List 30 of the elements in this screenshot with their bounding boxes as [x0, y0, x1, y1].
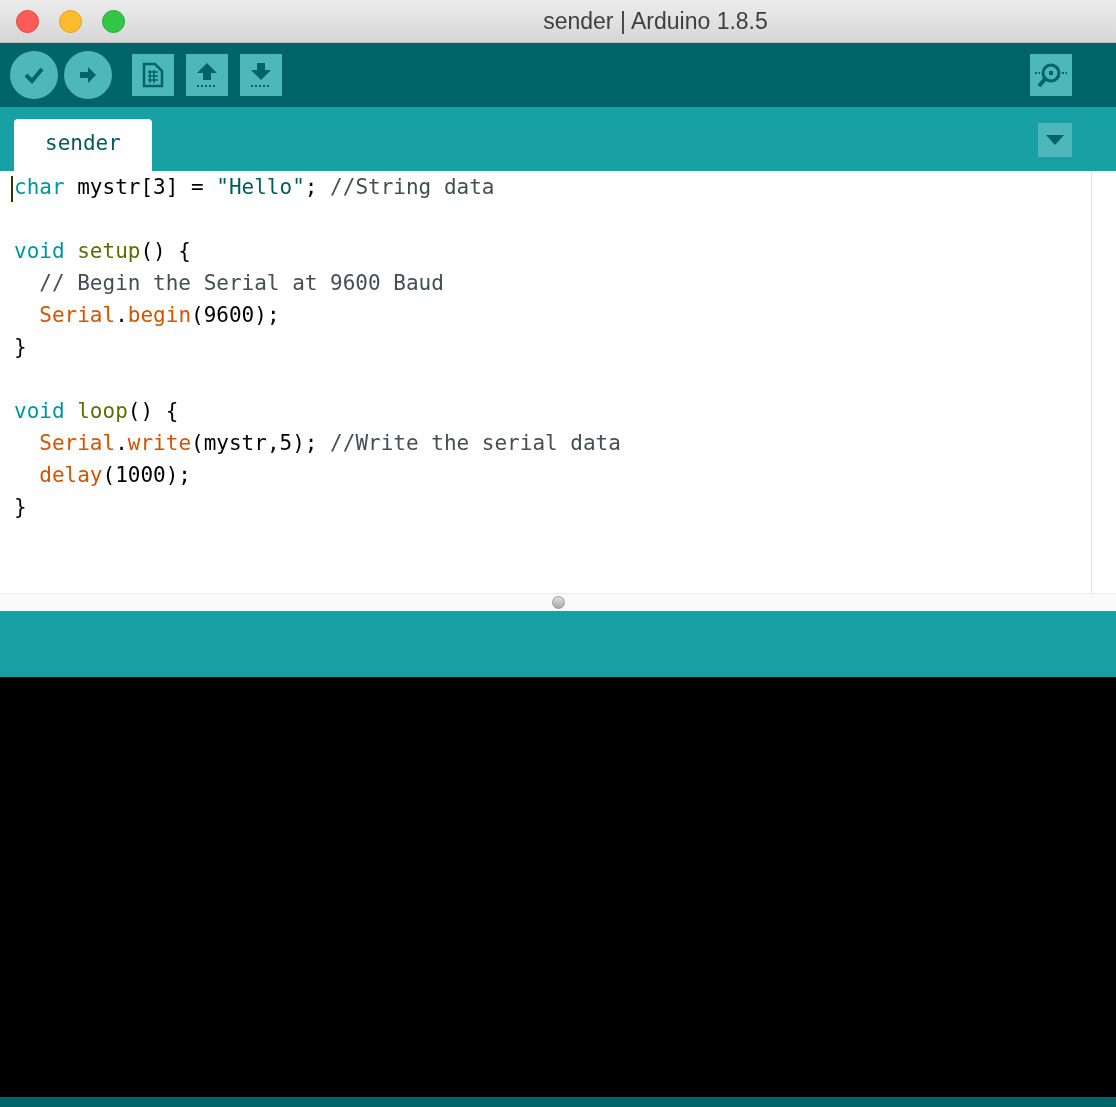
tab-menu-button[interactable]	[1038, 123, 1072, 157]
text-cursor	[11, 176, 13, 202]
up-arrow-icon	[195, 62, 219, 88]
dropdown-caret-icon	[1046, 135, 1064, 145]
code-line: delay(1000);	[38, 462, 192, 490]
open-button[interactable]	[186, 54, 228, 96]
code-line: char mystr[3] = "Hello"; //String data	[14, 174, 495, 202]
document-icon	[142, 62, 164, 88]
verify-button[interactable]	[10, 51, 58, 99]
window-title: sender | Arduino 1.8.5	[543, 6, 768, 36]
close-window-button[interactable]	[16, 9, 39, 33]
save-button[interactable]	[240, 54, 282, 96]
down-arrow-icon	[249, 62, 273, 88]
upload-button[interactable]	[64, 51, 112, 99]
right-arrow-icon	[78, 65, 98, 85]
checkmark-icon	[23, 66, 45, 84]
code-line: // Begin the Serial at 9600 Baud	[38, 270, 444, 298]
code-line: void setup() {	[14, 238, 191, 266]
code-line: }	[14, 334, 27, 362]
code-line: Serial.write(mystr,5); //Write the serial data	[38, 430, 621, 458]
minimize-window-button[interactable]	[59, 9, 82, 33]
code-line: Serial.begin(9600);	[38, 302, 280, 330]
splitter-handle-icon	[551, 596, 565, 609]
code-line: }	[14, 494, 27, 522]
maximize-window-button[interactable]	[102, 9, 125, 33]
serial-monitor-button[interactable]	[1030, 54, 1072, 96]
new-button[interactable]	[132, 54, 174, 96]
code-line: void loop() {	[14, 398, 179, 426]
file-tab[interactable]: sender	[14, 119, 152, 171]
magnifier-icon	[1034, 61, 1068, 89]
